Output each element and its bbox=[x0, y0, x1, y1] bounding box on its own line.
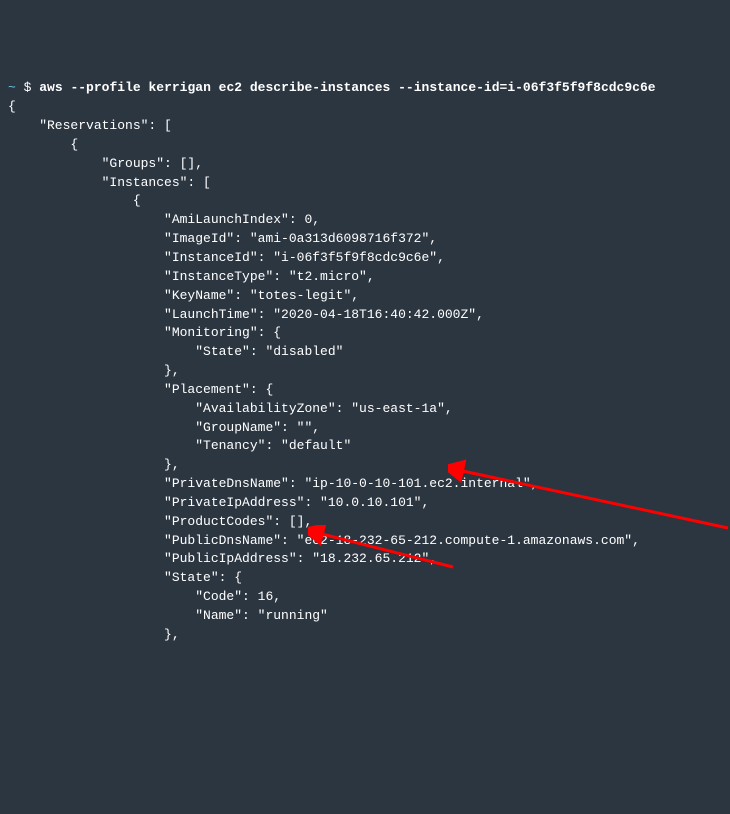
terminal-output: { "Reservations": [ { "Groups": [], "Ins… bbox=[8, 98, 722, 644]
prompt-dollar: $ bbox=[24, 80, 32, 95]
prompt-tilde: ~ bbox=[8, 80, 16, 95]
command-text: aws --profile kerrigan ec2 describe-inst… bbox=[39, 80, 655, 95]
